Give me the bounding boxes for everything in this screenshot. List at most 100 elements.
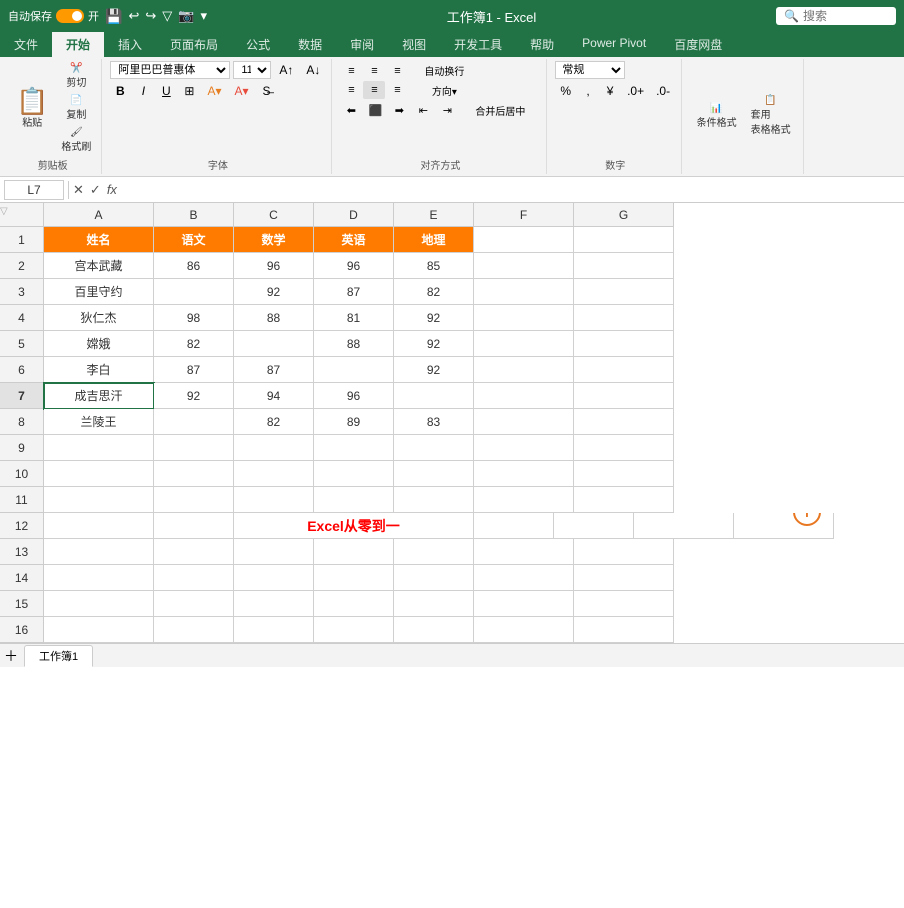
cell-styles-button[interactable]: 📋 套用表格格式 bbox=[746, 93, 796, 138]
col-header-e[interactable]: E bbox=[394, 203, 474, 227]
cell-f4[interactable] bbox=[474, 305, 574, 331]
camera-icon[interactable]: 📷 bbox=[178, 8, 194, 24]
cell-e5[interactable]: 92 bbox=[394, 331, 474, 357]
cell-c5[interactable] bbox=[234, 331, 314, 357]
cell-a5[interactable]: 嫦娥 bbox=[44, 331, 154, 357]
underline-button[interactable]: U bbox=[156, 82, 176, 100]
cell-g8[interactable] bbox=[574, 409, 674, 435]
tab-baidu[interactable]: 百度网盘 bbox=[660, 32, 736, 57]
col-header-g[interactable]: G bbox=[574, 203, 674, 227]
cell-e11[interactable] bbox=[394, 487, 474, 513]
cell-b8[interactable] bbox=[154, 409, 234, 435]
cell-g7[interactable] bbox=[574, 383, 674, 409]
cell-a16[interactable] bbox=[44, 617, 154, 643]
insert-function-icon[interactable]: fx bbox=[107, 182, 117, 197]
cell-e15[interactable] bbox=[394, 591, 474, 617]
row-header-7[interactable]: 7 bbox=[0, 383, 44, 409]
fill-color-button[interactable]: A▾ bbox=[202, 82, 226, 100]
cell-b4[interactable]: 98 bbox=[154, 305, 234, 331]
cell-b5[interactable]: 82 bbox=[154, 331, 234, 357]
cell-a10[interactable] bbox=[44, 461, 154, 487]
cell-d8[interactable]: 89 bbox=[314, 409, 394, 435]
cell-e2[interactable]: 85 bbox=[394, 253, 474, 279]
row-header-8[interactable]: 8 bbox=[0, 409, 44, 435]
font-name-select[interactable]: 阿里巴巴普惠体 bbox=[110, 61, 230, 79]
cell-f12[interactable] bbox=[634, 513, 734, 539]
cell-g2[interactable] bbox=[574, 253, 674, 279]
cell-a7[interactable]: 成吉思汗 bbox=[44, 383, 154, 409]
row-header-15[interactable]: 15 bbox=[0, 591, 44, 617]
copy-button[interactable]: 📄 复制 bbox=[57, 93, 95, 123]
cell-e8[interactable]: 83 bbox=[394, 409, 474, 435]
cell-a8[interactable]: 兰陵王 bbox=[44, 409, 154, 435]
cell-g15[interactable] bbox=[574, 591, 674, 617]
cell-a14[interactable] bbox=[44, 565, 154, 591]
cell-e13[interactable] bbox=[394, 539, 474, 565]
tab-developer[interactable]: 开发工具 bbox=[440, 32, 516, 57]
row-header-16[interactable]: 16 bbox=[0, 617, 44, 643]
cell-c7[interactable]: 94 bbox=[234, 383, 314, 409]
cell-f14[interactable] bbox=[474, 565, 574, 591]
cell-e7[interactable] bbox=[394, 383, 474, 409]
col-header-f[interactable]: F bbox=[474, 203, 574, 227]
cell-d5[interactable]: 88 bbox=[314, 331, 394, 357]
cell-a4[interactable]: 狄仁杰 bbox=[44, 305, 154, 331]
cell-c1[interactable]: 数学 bbox=[234, 227, 314, 253]
save-icon[interactable]: 💾 bbox=[105, 8, 122, 25]
cell-g3[interactable] bbox=[574, 279, 674, 305]
align-left-button[interactable]: ⬅ bbox=[340, 101, 362, 119]
row-header-1[interactable]: 1 bbox=[0, 227, 44, 253]
cell-ref-box[interactable]: L7 bbox=[4, 180, 64, 200]
cell-e4[interactable]: 92 bbox=[394, 305, 474, 331]
cell-c11[interactable] bbox=[234, 487, 314, 513]
border-button[interactable]: ⊞ bbox=[179, 82, 199, 100]
align-mid-right[interactable]: ≡ bbox=[386, 81, 408, 99]
cell-g4[interactable] bbox=[574, 305, 674, 331]
cell-b14[interactable] bbox=[154, 565, 234, 591]
tab-review[interactable]: 审阅 bbox=[336, 32, 388, 57]
align-top-center[interactable]: ≡ bbox=[363, 62, 385, 80]
row-header-2[interactable]: 2 bbox=[0, 253, 44, 279]
cell-f7[interactable] bbox=[474, 383, 574, 409]
cell-b11[interactable] bbox=[154, 487, 234, 513]
align-top-left[interactable]: ≡ bbox=[340, 62, 362, 80]
cell-d12[interactable] bbox=[474, 513, 554, 539]
cell-d10[interactable] bbox=[314, 461, 394, 487]
cell-b3[interactable] bbox=[154, 279, 234, 305]
cell-c14[interactable] bbox=[234, 565, 314, 591]
cell-d1[interactable]: 英语 bbox=[314, 227, 394, 253]
cell-f11[interactable] bbox=[474, 487, 574, 513]
cell-e9[interactable] bbox=[394, 435, 474, 461]
cell-g10[interactable] bbox=[574, 461, 674, 487]
row-header-9[interactable]: 9 bbox=[0, 435, 44, 461]
cell-d4[interactable]: 81 bbox=[314, 305, 394, 331]
cell-b9[interactable] bbox=[154, 435, 234, 461]
sheet-tab-1[interactable]: 工作簿1 bbox=[24, 645, 93, 667]
orientation-button[interactable]: 方向▾ bbox=[414, 81, 474, 99]
col-header-c[interactable]: C bbox=[234, 203, 314, 227]
cell-b13[interactable] bbox=[154, 539, 234, 565]
align-mid-center[interactable]: ≡ bbox=[363, 81, 385, 99]
increase-decimal-button[interactable]: .0+ bbox=[622, 82, 649, 100]
tab-data[interactable]: 数据 bbox=[284, 32, 336, 57]
autosave-area[interactable]: 自动保存 开 bbox=[8, 8, 99, 24]
row-header-14[interactable]: 14 bbox=[0, 565, 44, 591]
cell-b2[interactable]: 86 bbox=[154, 253, 234, 279]
cell-g6[interactable] bbox=[574, 357, 674, 383]
cell-b10[interactable] bbox=[154, 461, 234, 487]
tab-home[interactable]: 开始 bbox=[52, 32, 104, 57]
cell-e10[interactable] bbox=[394, 461, 474, 487]
cell-c9[interactable] bbox=[234, 435, 314, 461]
cell-c16[interactable] bbox=[234, 617, 314, 643]
decrease-indent-button[interactable]: ⇤ bbox=[412, 101, 434, 119]
font-color-button[interactable]: A▾ bbox=[229, 82, 253, 100]
cell-f2[interactable] bbox=[474, 253, 574, 279]
cell-e14[interactable] bbox=[394, 565, 474, 591]
search-bar[interactable]: 🔍 bbox=[776, 7, 896, 25]
decrease-decimal-button[interactable]: .0- bbox=[651, 82, 675, 100]
cell-f15[interactable] bbox=[474, 591, 574, 617]
cell-c6[interactable]: 87 bbox=[234, 357, 314, 383]
cell-g16[interactable] bbox=[574, 617, 674, 643]
cell-e16[interactable] bbox=[394, 617, 474, 643]
cell-g14[interactable] bbox=[574, 565, 674, 591]
